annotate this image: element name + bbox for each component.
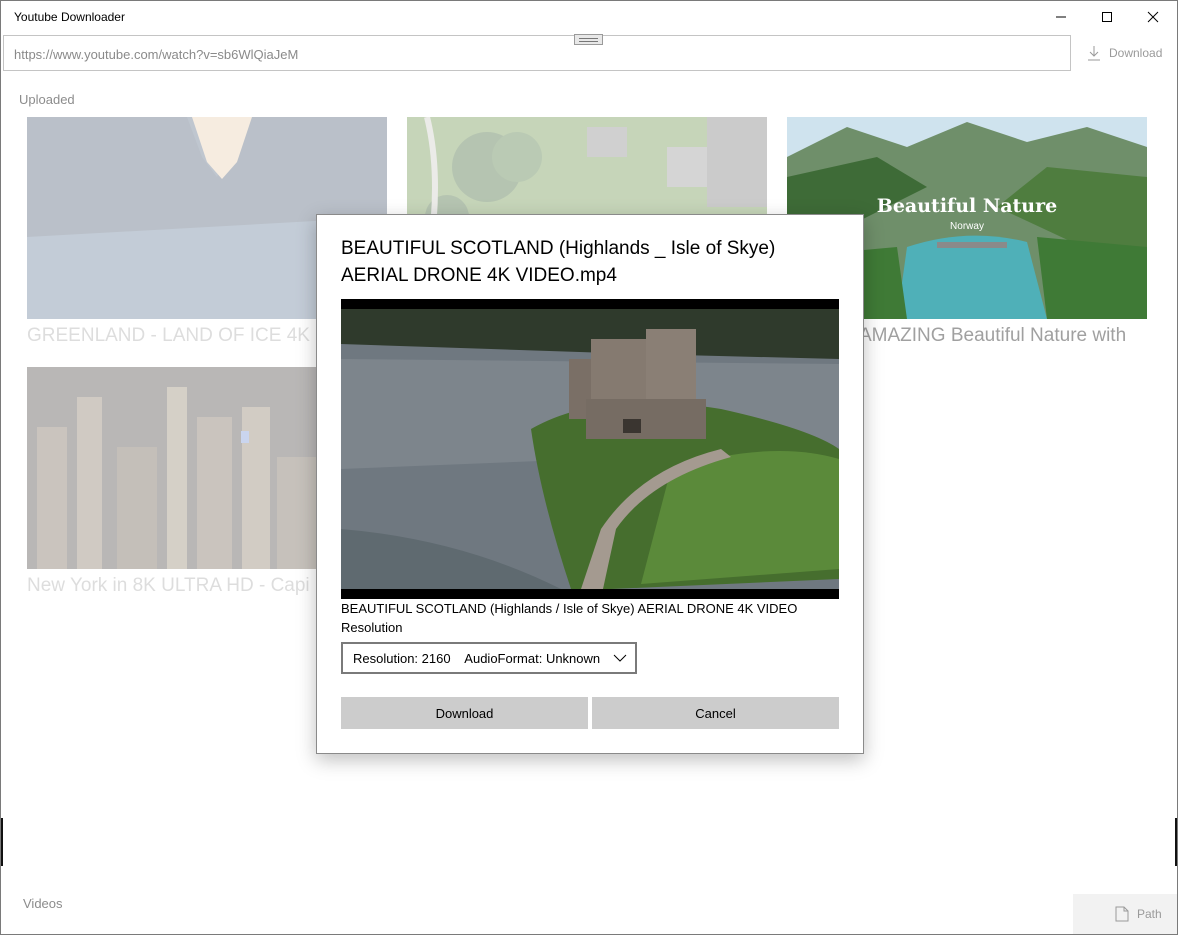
video-preview[interactable] [341,299,839,599]
edge-strip [1,818,3,866]
resolution-label: Resolution [341,620,403,635]
edge-strip [1175,818,1177,866]
maximize-icon [1102,12,1112,22]
thumbnail-overlay-subtitle: Norway [950,221,984,232]
dialog-download-label: Download [435,705,494,721]
close-button[interactable] [1130,1,1176,33]
download-icon [1088,46,1100,61]
uploaded-section-label: Uploaded [19,92,75,107]
chevron-down-icon [613,654,627,662]
url-field-container [3,35,1071,71]
format-select-value: Resolution: 2160 AudioFormat: Unknown [353,650,601,666]
videos-label: Videos [23,896,63,911]
path-button[interactable]: Path [1073,894,1177,934]
video-caption: BEAUTIFUL SCOTLAND (Highlands / Isle of … [341,601,798,616]
dialog-download-button[interactable]: Download [341,697,588,729]
dialog-cancel-button[interactable]: Cancel [592,697,839,729]
drag-handle[interactable] [574,34,603,45]
format-select[interactable]: Resolution: 2160 AudioFormat: Unknown [341,642,637,674]
download-button-label: Download [1109,46,1163,60]
app-window: Youtube Downloader Download Uploaded [0,0,1178,935]
minimize-icon [1056,16,1066,18]
dialog-cancel-label: Cancel [695,705,736,721]
maximize-button[interactable] [1084,1,1130,33]
title-bar: Youtube Downloader [1,1,1177,33]
download-dialog: BEAUTIFUL SCOTLAND (Highlands _ Isle of … [316,214,864,754]
document-icon [1115,906,1129,922]
path-button-label: Path [1137,907,1162,921]
url-input[interactable] [14,42,1054,66]
download-button[interactable]: Download [1073,35,1177,71]
video-title: AMAZING Beautiful Nature with [859,325,1127,346]
close-icon [1147,11,1159,23]
dialog-title: BEAUTIFUL SCOTLAND (Highlands _ Isle of … [341,238,776,286]
thumbnail-overlay-title: Beautiful Nature [876,195,1058,217]
window-title: Youtube Downloader [14,10,125,24]
minimize-button[interactable] [1038,1,1084,33]
